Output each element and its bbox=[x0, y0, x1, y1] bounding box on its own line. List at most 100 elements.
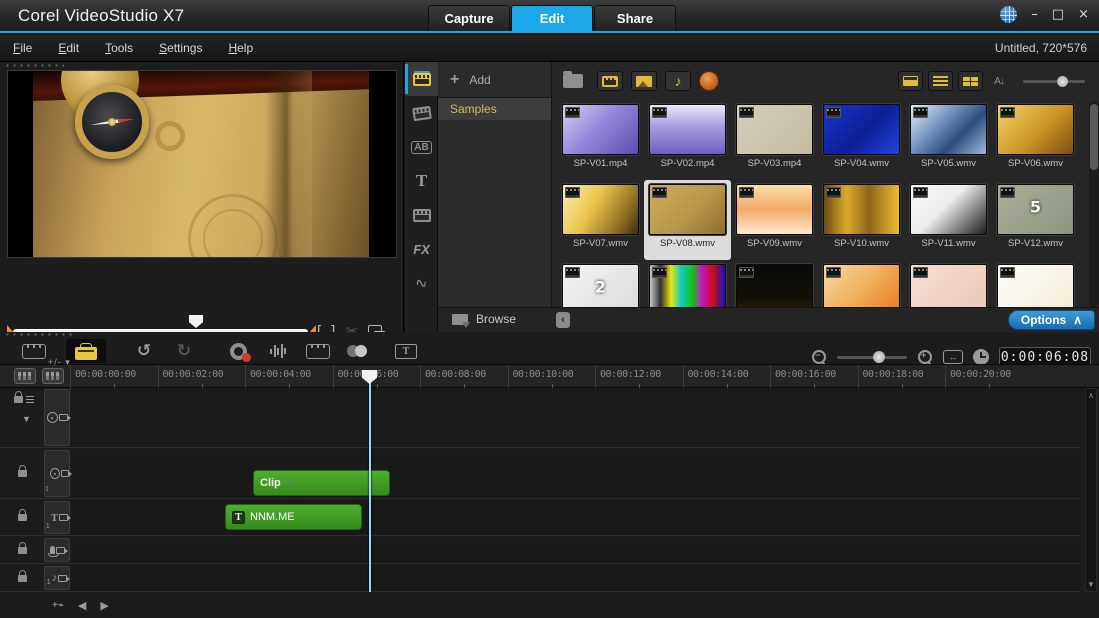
menu-item[interactable]: Tools bbox=[92, 37, 146, 59]
project-duration-icon[interactable] bbox=[973, 349, 989, 365]
sort-icon[interactable]: A↓ bbox=[988, 76, 1010, 87]
browse-button[interactable]: Browse bbox=[452, 312, 516, 326]
track-manager-button[interactable]: +⌁ bbox=[52, 600, 64, 611]
auto-music-button[interactable] bbox=[298, 339, 338, 363]
color-wheel-icon[interactable] bbox=[699, 71, 719, 91]
media-thumbnail[interactable]: 2 bbox=[557, 260, 644, 307]
title-lock-icon[interactable] bbox=[18, 514, 27, 521]
media-thumbnail[interactable]: SP-V01.mp4 bbox=[557, 100, 644, 180]
tracking-path-button[interactable]: ∿ bbox=[405, 266, 438, 300]
menu-item[interactable]: Settings bbox=[146, 37, 215, 59]
add-folder-button[interactable]: + Add bbox=[438, 62, 551, 98]
scroll-left-button[interactable]: ◀ bbox=[78, 599, 86, 612]
video-track-row bbox=[0, 388, 1080, 448]
record-capture-button[interactable] bbox=[218, 339, 258, 363]
menu-item[interactable]: File bbox=[0, 37, 45, 59]
scroll-down-icon[interactable]: ▼ bbox=[1086, 580, 1096, 589]
gallery-scrollbar[interactable] bbox=[1089, 102, 1099, 307]
zoom-in-icon[interactable]: + bbox=[917, 349, 933, 365]
show-photos-button[interactable] bbox=[631, 71, 657, 91]
preview-video[interactable] bbox=[7, 70, 397, 258]
music-lock-icon[interactable] bbox=[18, 575, 27, 582]
voice-lock-icon[interactable] bbox=[18, 547, 27, 554]
subtitle-editor-button[interactable]: T bbox=[386, 339, 426, 363]
library-folder-item[interactable]: Samples bbox=[438, 98, 551, 120]
media-thumbnail[interactable]: SP-V02.mp4 bbox=[644, 100, 731, 180]
show-audio-button[interactable]: ♪ bbox=[665, 71, 691, 91]
voice-track-header[interactable] bbox=[44, 538, 70, 562]
media-thumbnail[interactable] bbox=[992, 260, 1079, 307]
media-thumbnail[interactable]: SP-V07.wmv bbox=[557, 180, 644, 260]
media-thumbnail[interactable]: SP-V04.wmv bbox=[818, 100, 905, 180]
media-category-button[interactable] bbox=[405, 62, 438, 96]
list-view-button[interactable] bbox=[928, 71, 953, 91]
filter-button[interactable]: FX bbox=[405, 232, 438, 266]
zoom-out-icon[interactable]: − bbox=[811, 349, 827, 365]
menu-item[interactable]: Help bbox=[215, 37, 266, 59]
motion-tracking-button[interactable] bbox=[338, 339, 378, 363]
large-thumbnail-view-button[interactable] bbox=[898, 71, 923, 91]
maximize-button[interactable]: □ bbox=[1052, 8, 1064, 21]
media-thumbnail[interactable]: SP-V03.mp4 bbox=[731, 100, 818, 180]
media-thumbnail[interactable]: SP-V05.wmv bbox=[905, 100, 992, 180]
instant-project-button[interactable] bbox=[405, 96, 438, 130]
title-track-header[interactable]: 1T bbox=[44, 501, 70, 534]
timeline-view-button[interactable] bbox=[66, 339, 106, 363]
import-folder-icon[interactable] bbox=[563, 74, 583, 88]
title-track-lane[interactable] bbox=[72, 500, 1080, 535]
transition-button[interactable]: AB bbox=[405, 130, 438, 164]
clip-mode-label[interactable]: Clip bbox=[260, 477, 295, 489]
grid-view-button[interactable] bbox=[958, 71, 983, 91]
media-thumbnail[interactable]: SP-V09.wmv bbox=[731, 180, 818, 260]
media-thumbnail[interactable] bbox=[644, 260, 731, 307]
timeline-zoom-slider[interactable] bbox=[837, 356, 907, 359]
scroll-up-icon[interactable]: ∧ bbox=[1086, 391, 1096, 400]
overlay-lock-icon[interactable] bbox=[18, 470, 27, 477]
timeline-vertical-scrollbar[interactable]: ∧ ▼ bbox=[1085, 388, 1097, 592]
overlay-track-lane[interactable] bbox=[72, 449, 1080, 498]
timeline-splitter-grip[interactable] bbox=[4, 332, 74, 337]
corel-globe-icon[interactable] bbox=[1000, 6, 1017, 23]
close-button[interactable]: × bbox=[1078, 8, 1089, 21]
track-resize-buttons[interactable]: +/- ▾ bbox=[48, 357, 71, 368]
media-thumbnail[interactable] bbox=[818, 260, 905, 307]
fit-project-icon[interactable]: ↔ bbox=[943, 350, 963, 364]
waveform-icon bbox=[270, 344, 286, 358]
scrub-playhead[interactable] bbox=[189, 315, 203, 328]
overlay-track-header[interactable]: 1 bbox=[44, 450, 70, 497]
options-button[interactable]: Options ∧ bbox=[1008, 310, 1095, 330]
media-thumbnail[interactable]: SP-V06.wmv bbox=[992, 100, 1079, 180]
zoom-slider-thumb[interactable] bbox=[873, 351, 885, 363]
graphic-button[interactable] bbox=[405, 198, 438, 232]
title-button[interactable]: T bbox=[405, 164, 438, 198]
show-all-tracks-icon[interactable] bbox=[14, 368, 36, 384]
media-thumbnail[interactable]: SP-V11.wmv bbox=[905, 180, 992, 260]
collapse-nav-button[interactable]: ‹ bbox=[556, 312, 570, 328]
mode-tab[interactable]: Edit bbox=[511, 5, 593, 31]
video-track-header[interactable] bbox=[44, 389, 70, 446]
timeline-ruler[interactable]: 00:00:00:0000:00:02:0000:00:04:0000:00:0… bbox=[0, 364, 1099, 388]
media-thumbnail[interactable]: 5 SP-V12.wmv bbox=[992, 180, 1079, 260]
gallery-scrollbar-thumb[interactable] bbox=[1090, 104, 1098, 170]
scroll-right-button[interactable]: ▶ bbox=[100, 599, 108, 612]
voice-track-lane[interactable] bbox=[72, 537, 1080, 563]
track-layout-icon[interactable] bbox=[42, 368, 64, 384]
redo-button[interactable]: ↻ bbox=[164, 339, 204, 363]
media-thumbnail[interactable] bbox=[731, 260, 818, 307]
music-track-lane[interactable] bbox=[72, 565, 1080, 591]
show-videos-button[interactable] bbox=[597, 71, 623, 91]
panel-grip[interactable] bbox=[4, 63, 64, 69]
video-track-lane[interactable] bbox=[72, 388, 1080, 447]
media-thumbnail[interactable]: SP-V10.wmv bbox=[818, 180, 905, 260]
minimize-button[interactable]: – bbox=[1031, 8, 1038, 21]
title-clip[interactable]: T NNM.ME bbox=[225, 504, 362, 530]
music-track-header[interactable]: 1♪ bbox=[44, 566, 70, 590]
sound-mixer-button[interactable] bbox=[258, 339, 298, 363]
media-thumbnail[interactable] bbox=[905, 260, 992, 307]
media-thumbnail[interactable]: SP-V08.wmv bbox=[644, 180, 731, 260]
menu-item[interactable]: Edit bbox=[45, 37, 92, 59]
thumbnail-size-slider[interactable] bbox=[1023, 80, 1085, 83]
undo-button[interactable]: ↺ bbox=[124, 339, 164, 363]
mode-tab[interactable]: Share bbox=[594, 5, 676, 31]
mode-tab[interactable]: Capture bbox=[428, 5, 510, 31]
